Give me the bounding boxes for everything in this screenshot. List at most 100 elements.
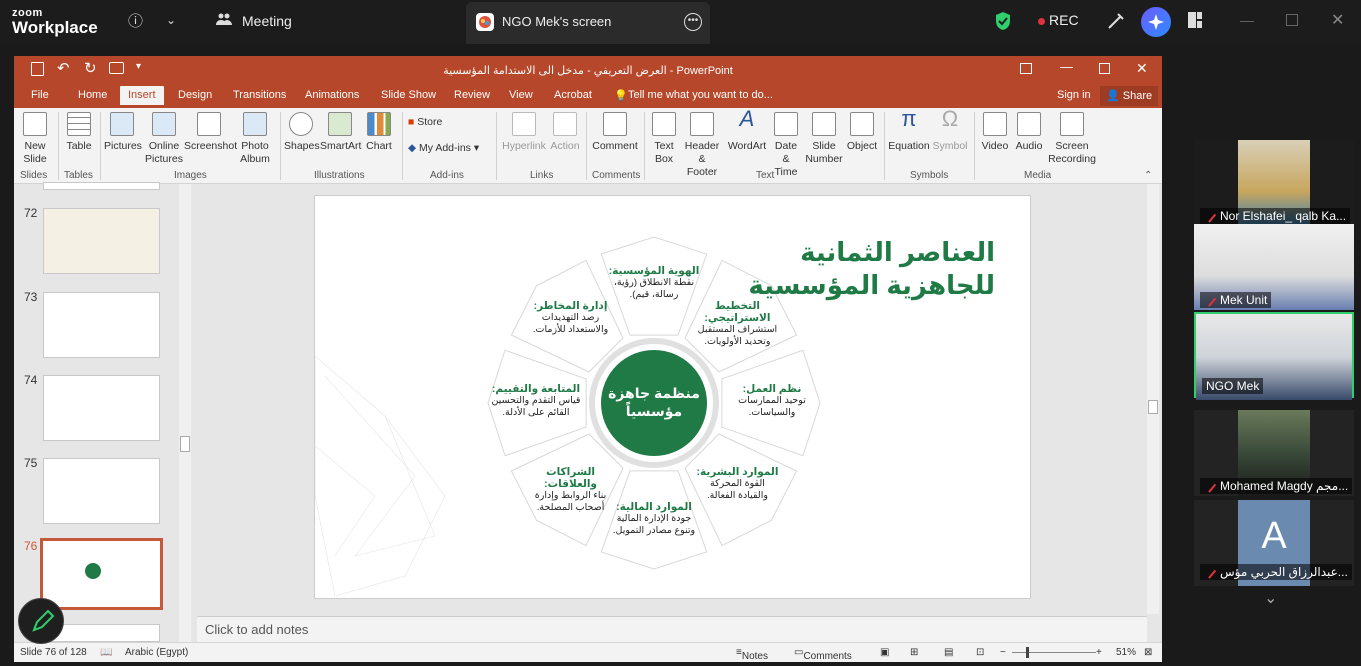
separator (586, 112, 587, 180)
wordart-button[interactable]: A WordArt (726, 106, 768, 153)
collapse-ribbon-icon[interactable]: ⌃ (1144, 170, 1152, 181)
equation-button[interactable]: π Equation (888, 108, 930, 153)
slide-thumbnail-72[interactable] (43, 208, 160, 274)
share-button[interactable]: 👤 Share (1100, 86, 1159, 106)
window-minimize-icon[interactable]: — (1060, 59, 1073, 74)
petal-body-line2: القائم على الأدلة. (502, 407, 570, 418)
smartart-button[interactable]: SmartArt (320, 112, 361, 153)
normal-view-icon[interactable]: ▣ (880, 647, 889, 658)
security-shield-icon[interactable] (994, 11, 1012, 36)
participant-tile[interactable]: Mohamed Magdy مجم... (1194, 410, 1354, 496)
sign-in-link[interactable]: Sign in (1057, 89, 1091, 101)
group-slides: Slides (20, 170, 48, 181)
object-button[interactable]: Object (846, 112, 878, 153)
sharer-avatar-icon (476, 13, 494, 31)
annotate-pen-button[interactable] (18, 598, 64, 644)
table-label: Table (66, 140, 92, 152)
fit-to-window-icon[interactable]: ⊠ (1144, 647, 1152, 658)
recording-indicator[interactable]: REC (1038, 12, 1079, 28)
ai-companion-icon[interactable] (1141, 7, 1171, 37)
scroll-thumb[interactable] (180, 436, 190, 452)
header-footer-button[interactable]: Header & Footer (682, 112, 722, 179)
maximize-icon[interactable] (1286, 14, 1298, 26)
slide-canvas[interactable]: العناصر الثمانية للجاهزية المؤسسية منظمة… (314, 195, 1031, 599)
shapes-button[interactable]: Shapes (284, 112, 320, 153)
language-indicator[interactable]: Arabic (Egypt) (125, 647, 188, 658)
reading-view-icon[interactable]: ▤ (944, 647, 953, 658)
photo-album-button[interactable]: Photo Album (236, 112, 274, 166)
meeting-tab[interactable]: Meeting (242, 13, 292, 29)
slide-thumbnail-75[interactable] (43, 458, 160, 524)
symbol-button[interactable]: Ω Symbol (932, 108, 968, 153)
my-addins-button[interactable]: ◆ My Add-ins ▾ (408, 142, 492, 155)
tab-view[interactable]: View (509, 89, 533, 101)
tab-home[interactable]: Home (78, 89, 107, 101)
shared-screen-tab[interactable]: NGO Mek's screen ••• (466, 2, 710, 44)
participant-name-text: Nor Elshafei_ qalb Ka... (1220, 209, 1347, 223)
tab-acrobat[interactable]: Acrobat (554, 89, 592, 101)
online-pictures-button[interactable]: Online Pictures (144, 112, 184, 166)
tell-me-box[interactable]: Tell me what you want to do... (628, 89, 773, 101)
view-layout-icon[interactable] (1188, 12, 1202, 28)
zoom-slider-thumb[interactable] (1026, 647, 1029, 658)
participant-tile-active[interactable]: NGO Mek (1194, 312, 1354, 400)
scroll-down-icon[interactable]: ⌄ (1264, 588, 1277, 608)
close-icon[interactable]: ✕ (1331, 10, 1344, 30)
date-time-button[interactable]: Date & Time (770, 112, 802, 179)
more-options-icon[interactable]: ••• (684, 13, 702, 31)
slideshow-view-icon[interactable]: ⊡ (976, 647, 984, 658)
store-button[interactable]: ■ Store (408, 116, 478, 129)
slide-scrollbar[interactable] (1147, 184, 1159, 614)
slide-sorter-icon[interactable]: ⊞ (910, 647, 918, 658)
ribbon-display-icon[interactable] (1020, 63, 1032, 74)
screen-recording-button[interactable]: Screen Recording (1048, 112, 1096, 166)
spell-check-icon[interactable]: 📖 (100, 647, 112, 658)
hyperlink-label: Hyperlink (502, 140, 546, 152)
notes-pane[interactable]: Click to add notes (197, 616, 1147, 642)
slide-thumbnail-73[interactable] (43, 292, 160, 358)
annotate-icon[interactable] (1106, 11, 1126, 36)
chevron-down-icon[interactable]: ⌄ (166, 13, 176, 27)
window-restore-icon[interactable] (1099, 63, 1110, 74)
header-footer-icon (690, 112, 714, 136)
window-close-icon[interactable]: ✕ (1136, 60, 1148, 77)
participant-tile[interactable]: A عبدالرزاق الحربي مؤس... (1194, 500, 1354, 586)
participant-tile[interactable]: Mek Unit (1194, 224, 1354, 310)
tab-insert[interactable]: Insert (120, 86, 164, 105)
slide-scroll-thumb[interactable] (1148, 400, 1158, 414)
tab-review[interactable]: Review (454, 89, 490, 101)
petal-body-line2: والاستعداد للأزمات. (532, 323, 609, 335)
zoom-slider[interactable] (1012, 652, 1096, 653)
new-slide-button[interactable]: New Slide (20, 112, 50, 166)
tab-slide-show[interactable]: Slide Show (381, 89, 436, 101)
minimize-icon[interactable]: — (1240, 12, 1254, 28)
participant-tile[interactable]: Nor Elshafei_ qalb Ka... (1194, 140, 1354, 226)
info-icon[interactable]: ⓘ (128, 10, 143, 31)
zoom-out-icon[interactable]: − (1000, 647, 1006, 658)
tab-animations[interactable]: Animations (305, 89, 359, 101)
tab-design[interactable]: Design (178, 89, 212, 101)
screenshot-button[interactable]: Screenshot (184, 112, 237, 153)
tab-file[interactable]: File (31, 89, 49, 101)
table-button[interactable]: Table (64, 112, 94, 153)
video-button[interactable]: Video (980, 112, 1010, 153)
slide-thumbnail[interactable] (43, 182, 160, 190)
thumbnails-scrollbar[interactable] (179, 184, 191, 642)
text-box-icon (652, 112, 676, 136)
slide-thumbnail-74[interactable] (43, 375, 160, 441)
zoom-level[interactable]: 51% (1116, 647, 1136, 658)
pictures-button[interactable]: Pictures (104, 112, 142, 153)
wordart-icon: A (739, 106, 755, 131)
action-button[interactable]: Action (548, 112, 582, 153)
zoom-in-icon[interactable]: + (1096, 647, 1102, 658)
notes-toggle[interactable]: ≡ Notes (736, 647, 768, 662)
hyperlink-button[interactable]: Hyperlink (502, 112, 546, 153)
chart-button[interactable]: Chart (364, 112, 394, 153)
audio-button[interactable]: Audio (1014, 112, 1044, 153)
text-box-button[interactable]: Text Box (650, 112, 678, 166)
comment-button[interactable]: Comment (592, 112, 638, 153)
tab-transitions[interactable]: Transitions (233, 89, 286, 101)
comments-toggle[interactable]: ▭ Comments (794, 647, 852, 662)
petal-title: إدارة المخاطر: (533, 299, 608, 312)
slide-number-button[interactable]: Slide Number (804, 112, 844, 166)
